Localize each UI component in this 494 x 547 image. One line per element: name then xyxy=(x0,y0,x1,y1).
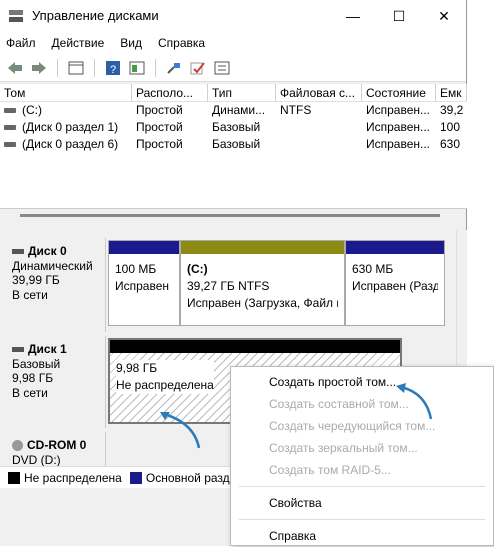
disk-icon xyxy=(12,347,24,353)
partition-disk0-c[interactable]: (C:) 39,27 ГБ NTFS Исправен (Загрузка, Фай… xyxy=(180,240,345,326)
menu-item-new-striped-volume: Создать чередующийся том... xyxy=(269,419,436,433)
unallocated-bar xyxy=(110,340,400,353)
title-bar: Управление дисками — ☐ ✕ xyxy=(0,0,466,32)
volume-list-header: Том Располо... Тип Файловая с... Состоян… xyxy=(0,84,467,102)
primary-bar xyxy=(109,241,179,254)
table-row[interactable]: (Диск 0 раздел 6) Простой Базовый Исправ… xyxy=(0,136,467,153)
primary-swatch xyxy=(129,472,142,485)
view-pane-icon[interactable] xyxy=(128,59,146,77)
column-header-capacity[interactable]: Емк xyxy=(436,84,467,101)
dynamic-bar xyxy=(181,241,344,254)
toolbar-separator xyxy=(155,58,156,77)
back-arrow-icon[interactable] xyxy=(6,59,24,77)
cd-icon xyxy=(12,440,23,452)
menu-help[interactable]: Справка xyxy=(158,36,205,50)
drive-icon xyxy=(4,142,16,148)
maximize-button[interactable]: ☐ xyxy=(376,0,422,32)
menu-file[interactable]: Файл xyxy=(6,36,36,50)
cdrom-label[interactable]: CD-ROM 0 DVD (D:) xyxy=(4,432,106,466)
table-row[interactable]: (C:) Простой Динами... NTFS Исправен... … xyxy=(0,102,467,119)
volume-list: Том Располо... Тип Файловая с... Состоян… xyxy=(0,84,467,209)
menu-item-help[interactable]: Справка xyxy=(231,525,493,547)
column-header-layout[interactable]: Располо... xyxy=(132,84,208,101)
disk-1-label[interactable]: Диск 1 Базовый 9,98 ГБ В сети xyxy=(4,336,106,428)
close-button[interactable]: ✕ xyxy=(421,0,467,32)
disk-icon xyxy=(12,249,24,255)
drive-icon xyxy=(4,108,16,114)
minimize-button[interactable]: — xyxy=(330,0,376,32)
pointer-arrow-icon xyxy=(396,383,433,420)
forward-arrow-icon[interactable] xyxy=(30,59,48,77)
disk-0-row: Диск 0 Динамический 39,99 ГБ В сети 100 … xyxy=(4,238,460,332)
toolbar-separator xyxy=(57,58,58,77)
menu-item-new-raid5-volume: Создать том RAID-5... xyxy=(269,463,391,477)
menu-separator xyxy=(239,486,485,487)
partition-disk0-6[interactable]: 630 МБ Исправен (Разд xyxy=(345,240,445,326)
column-header-type[interactable]: Тип xyxy=(208,84,276,101)
column-header-filesystem[interactable]: Файловая с... xyxy=(276,84,362,101)
properties-icon[interactable] xyxy=(213,59,231,77)
horizontal-scrollbar[interactable] xyxy=(20,214,440,217)
help-icon[interactable]: ? xyxy=(104,59,122,77)
toolbar: ? xyxy=(0,54,466,82)
window-title: Управление дисками xyxy=(32,8,159,23)
toolbar-separator xyxy=(94,58,95,77)
menu-item-new-spanned-volume: Создать составной том... xyxy=(269,397,409,411)
menu-item-new-mirrored-volume: Создать зеркальный том... xyxy=(269,441,418,455)
menu-action[interactable]: Действие xyxy=(52,36,105,50)
table-row[interactable]: (Диск 0 раздел 1) Простой Базовый Исправ… xyxy=(0,119,467,136)
menu-separator xyxy=(239,519,485,520)
column-header-status[interactable]: Состояние xyxy=(362,84,436,101)
context-menu: Создать простой том... Создать составной… xyxy=(230,366,494,546)
menu-item-properties[interactable]: Свойства xyxy=(231,492,493,514)
primary-bar xyxy=(346,241,444,254)
connect-icon[interactable] xyxy=(165,59,183,77)
menu-item-new-simple-volume[interactable]: Создать простой том... xyxy=(231,371,493,393)
menu-view[interactable]: Вид xyxy=(120,36,142,50)
unallocated-swatch xyxy=(8,472,20,485)
disk-management-icon xyxy=(9,10,23,22)
console-tree-icon[interactable] xyxy=(67,59,85,77)
partition-disk0-1[interactable]: 100 МБ Исправен xyxy=(108,240,180,326)
column-header-volume[interactable]: Том xyxy=(0,84,132,101)
check-icon[interactable] xyxy=(189,59,207,77)
menu-bar: Файл Действие Вид Справка xyxy=(0,32,466,54)
drive-icon xyxy=(4,125,16,131)
disk-0-label[interactable]: Диск 0 Динамический 39,99 ГБ В сети xyxy=(4,238,106,332)
svg-text:?: ? xyxy=(110,64,116,76)
